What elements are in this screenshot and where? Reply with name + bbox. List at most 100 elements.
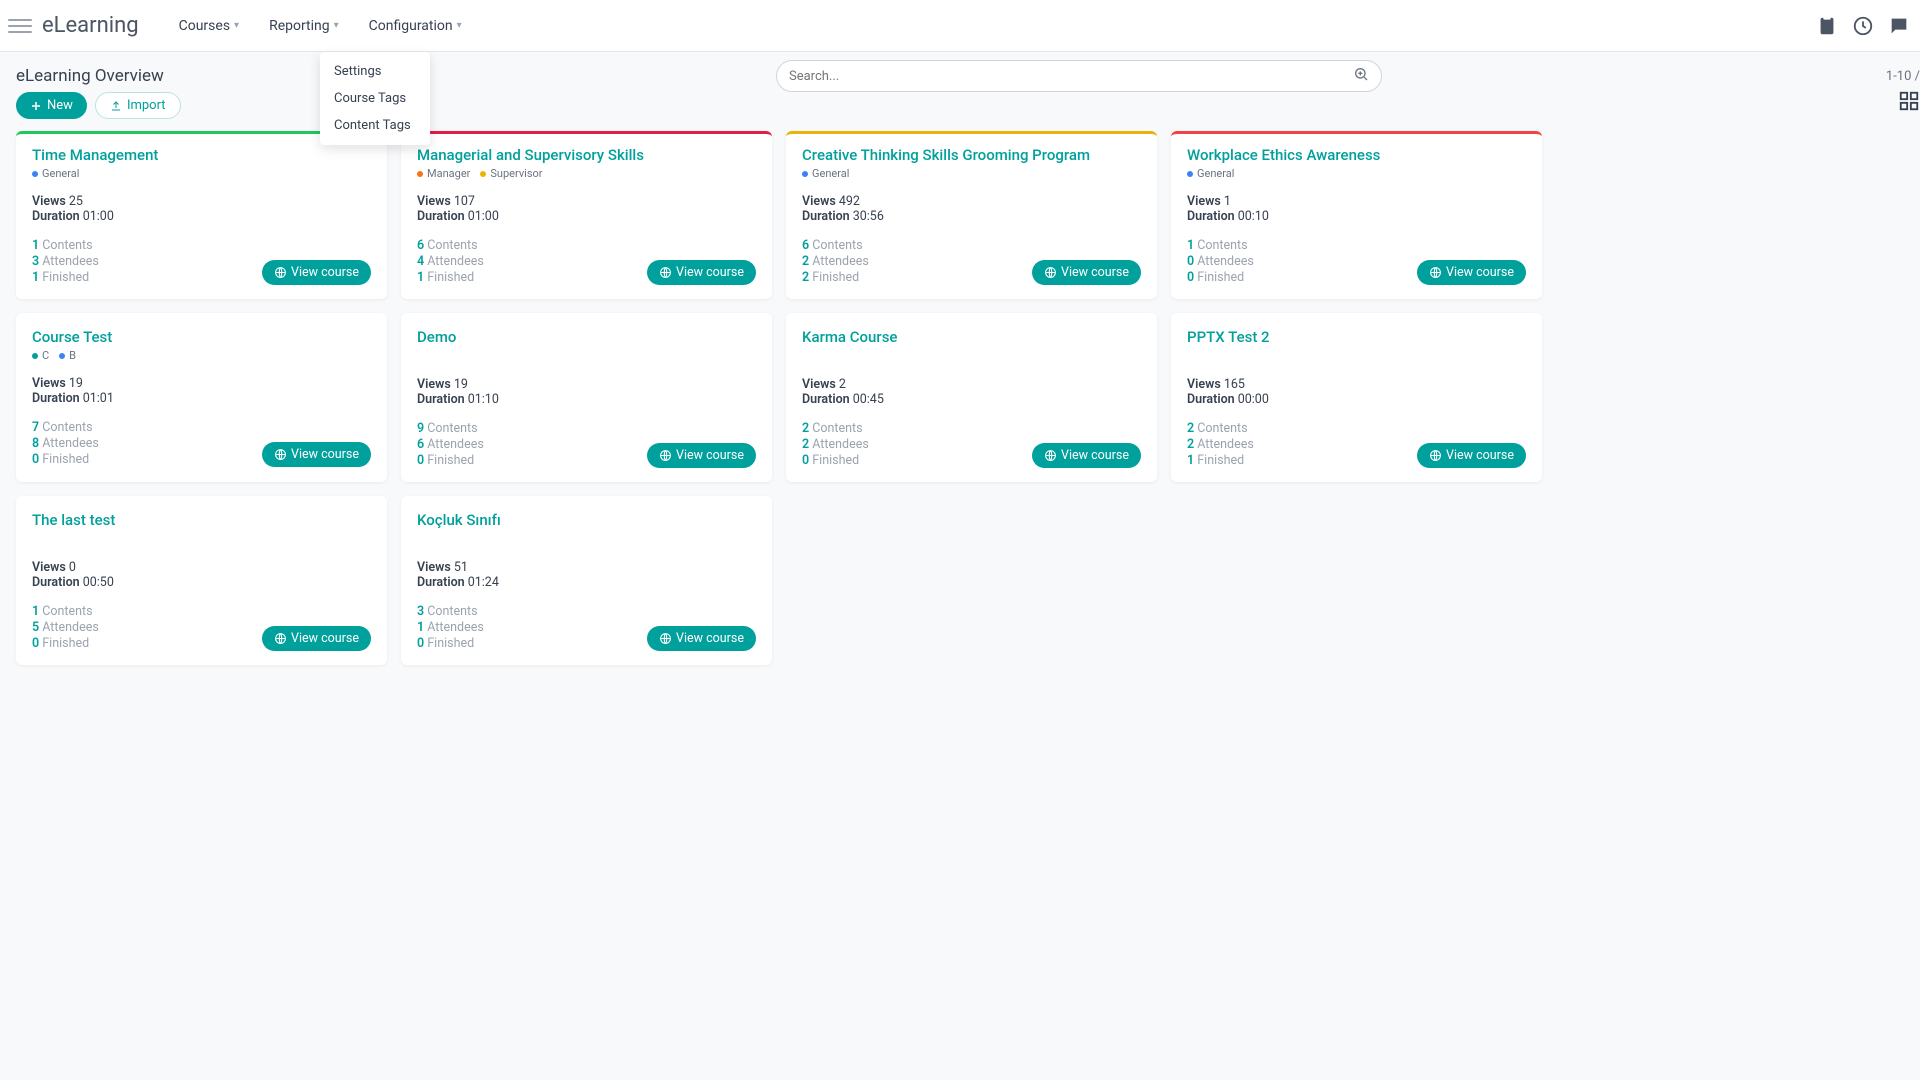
course-title: Course Test	[32, 328, 371, 346]
globe-icon	[1044, 266, 1057, 279]
view-course-button[interactable]: View course	[647, 443, 756, 468]
view-course-label: View course	[291, 265, 359, 280]
course-card[interactable]: PPTX Test 2Views 165Duration 00:002 Cont…	[1171, 313, 1542, 482]
globe-icon	[274, 266, 287, 279]
attendees-line: 2 Attendees	[1187, 437, 1254, 452]
views-line: Views 19	[32, 376, 371, 391]
new-button[interactable]: New	[16, 92, 87, 119]
attendees-line: 3 Attendees	[32, 254, 99, 269]
view-course-button[interactable]: View course	[1417, 260, 1526, 285]
attendees-line: 4 Attendees	[417, 254, 484, 269]
brand-title: eLearning	[42, 13, 139, 38]
clipboard-icon[interactable]	[1816, 15, 1838, 37]
course-stats: Views 1Duration 00:10	[1187, 194, 1526, 224]
course-stats: Views 165Duration 00:00	[1187, 377, 1526, 407]
duration-line: Duration 01:10	[417, 392, 756, 407]
contents-line: 1 Contents	[1187, 238, 1254, 253]
course-tag: Manager	[417, 167, 470, 180]
finished-line: 1 Finished	[417, 270, 484, 285]
contents-line: 6 Contents	[802, 238, 869, 253]
view-course-button[interactable]: View course	[262, 442, 371, 467]
course-title: Creative Thinking Skills Grooming Progra…	[802, 146, 1141, 164]
clock-icon[interactable]	[1852, 15, 1874, 37]
view-course-button[interactable]: View course	[262, 260, 371, 285]
attendees-line: 2 Attendees	[802, 437, 869, 452]
search-input[interactable]	[789, 69, 1353, 84]
finished-line: 0 Finished	[417, 453, 484, 468]
nav-configuration-label: Configuration	[369, 18, 453, 34]
course-stats: Views 19Duration 01:01	[32, 376, 371, 406]
view-course-button[interactable]: View course	[262, 626, 371, 651]
course-card[interactable]: Workplace Ethics AwarenessGeneralViews 1…	[1171, 131, 1542, 299]
course-tag: C	[32, 349, 49, 362]
dropdown-course-tags[interactable]: Course Tags	[320, 85, 430, 112]
globe-icon	[659, 449, 672, 462]
card-footer: 9 Contents6 Attendees0 FinishedView cour…	[417, 421, 756, 468]
course-stats: Views 492Duration 30:56	[802, 194, 1141, 224]
contents-line: 1 Contents	[32, 604, 99, 619]
hamburger-icon[interactable]	[8, 14, 32, 38]
tag-label: B	[69, 349, 76, 362]
views-line: Views 165	[1187, 377, 1526, 392]
course-tag: Supervisor	[480, 167, 542, 180]
course-card[interactable]: Managerial and Supervisory SkillsManager…	[401, 131, 772, 299]
card-footer: 6 Contents2 Attendees2 Finished View cour…	[802, 238, 1141, 285]
view-course-button[interactable]: View course	[647, 626, 756, 651]
course-title: Karma Course	[802, 328, 1141, 346]
import-button-label: Import	[127, 98, 166, 113]
course-card[interactable]: Koçluk SınıfıViews 51Duration 01:243 Con…	[401, 496, 772, 665]
import-button[interactable]: Import	[95, 92, 181, 119]
views-line: Views 19	[417, 377, 756, 392]
search-zoom-icon[interactable]	[1353, 66, 1369, 86]
nav-configuration[interactable]: Configuration ▾	[369, 18, 462, 34]
globe-icon	[1429, 266, 1442, 279]
nav-reporting-label: Reporting	[269, 18, 330, 34]
duration-line: Duration 00:45	[802, 392, 1141, 407]
views-line: Views 51	[417, 560, 756, 575]
chevron-down-icon: ▾	[234, 20, 239, 31]
dropdown-content-tags[interactable]: Content Tags	[320, 112, 430, 139]
page-title: eLearning Overview	[16, 66, 164, 86]
view-course-label: View course	[676, 631, 744, 646]
finished-line: 1 Finished	[32, 270, 99, 285]
dropdown-settings[interactable]: Settings	[320, 58, 430, 85]
course-card[interactable]: The last testViews 0Duration 00:501 Cont…	[16, 496, 387, 665]
view-course-label: View course	[676, 448, 744, 463]
course-tags: General	[802, 167, 1141, 180]
tag-label: General	[42, 167, 79, 180]
search-box[interactable]	[776, 60, 1382, 92]
card-footer: 7 Contents8 Attendees0 FinishedView cour…	[32, 420, 371, 467]
globe-icon	[1429, 449, 1442, 462]
chevron-down-icon: ▾	[334, 20, 339, 31]
course-card[interactable]: Karma CourseViews 2Duration 00:452 Conte…	[786, 313, 1157, 482]
footer-stats: 1 Contents5 Attendees0 Finished	[32, 604, 99, 651]
course-tags: Manager Supervisor	[417, 167, 756, 180]
tag-label: General	[812, 167, 849, 180]
course-tags: CB	[32, 349, 371, 362]
attendees-line: 5 Attendees	[32, 620, 99, 635]
course-card[interactable]: Course TestCBViews 19Duration 01:017 Con…	[16, 313, 387, 482]
footer-stats: 2 Contents2 Attendees1 Finished	[1187, 421, 1254, 468]
cards-grid: Time ManagementGeneralViews 25Duration 0…	[0, 131, 1920, 665]
nav-reporting[interactable]: Reporting ▾	[269, 18, 339, 34]
view-course-button[interactable]: View course	[1032, 443, 1141, 468]
course-card[interactable]: Time ManagementGeneralViews 25Duration 0…	[16, 131, 387, 299]
course-tag: General	[32, 167, 79, 180]
tag-dot-icon	[32, 353, 38, 359]
footer-stats: 6 Contents2 Attendees2 Finished	[802, 238, 869, 285]
tag-label: General	[1197, 167, 1234, 180]
nav-items: Courses ▾ Reporting ▾ Configuration ▾	[179, 18, 462, 34]
view-course-button[interactable]: View course	[1032, 260, 1141, 285]
course-tags	[417, 349, 756, 363]
course-card[interactable]: Creative Thinking Skills Grooming Progra…	[786, 131, 1157, 299]
views-line: Views 107	[417, 194, 756, 209]
nav-right-icons	[1816, 15, 1910, 37]
view-course-button[interactable]: View course	[647, 260, 756, 285]
kanban-view-toggle[interactable]	[1898, 90, 1920, 116]
footer-stats: 2 Contents2 Attendees0 Finished	[802, 421, 869, 468]
nav-courses[interactable]: Courses ▾	[179, 18, 239, 34]
chat-icon[interactable]	[1888, 15, 1910, 37]
tag-dot-icon	[59, 353, 65, 359]
course-card[interactable]: DemoViews 19Duration 01:109 Contents6 At…	[401, 313, 772, 482]
view-course-button[interactable]: View course	[1417, 443, 1526, 468]
